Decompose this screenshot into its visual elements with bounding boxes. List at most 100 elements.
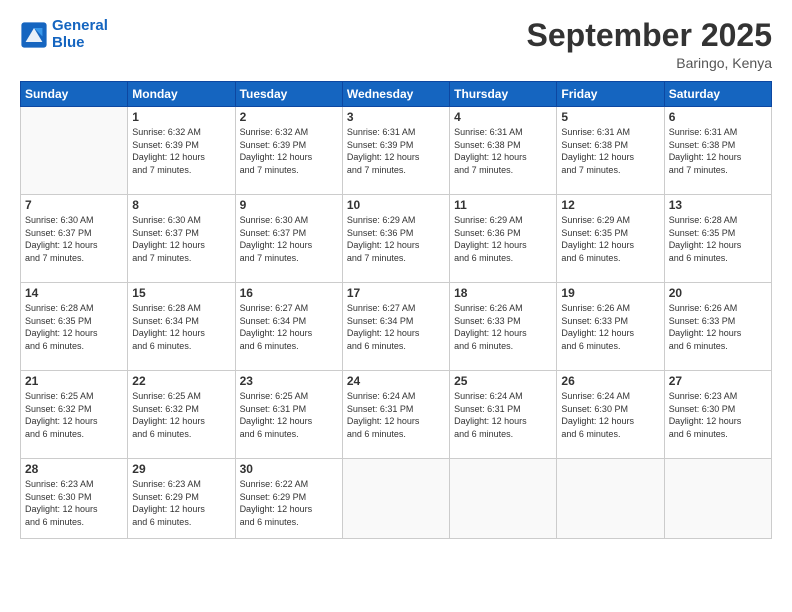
day-number: 5: [561, 110, 659, 124]
calendar-week-row: 21 Sunrise: 6:25 AMSunset: 6:32 PMDayligh…: [21, 371, 772, 459]
header-sunday: Sunday: [21, 82, 128, 107]
day-info: Sunrise: 6:29 AMSunset: 6:35 PMDaylight:…: [561, 214, 659, 264]
day-number: 1: [132, 110, 230, 124]
logo-icon: [20, 21, 48, 49]
header-tuesday: Tuesday: [235, 82, 342, 107]
table-row: 6Sunrise: 6:31 AMSunset: 6:38 PMDaylight…: [664, 107, 771, 195]
day-info: Sunrise: 6:24 AMSunset: 6:31 PMDaylight:…: [347, 390, 445, 440]
table-row: 14 Sunrise: 6:28 AMSunset: 6:35 PMDayligh…: [21, 283, 128, 371]
table-row: [664, 459, 771, 539]
day-info: Sunrise: 6:25 AMSunset: 6:31 PMDaylight:…: [240, 390, 338, 440]
day-info: Sunrise: 6:31 AMSunset: 6:39 PMDaylight:…: [347, 126, 445, 176]
table-row: 5 Sunrise: 6:31 AMSunset: 6:38 PMDaylight…: [557, 107, 664, 195]
day-number: 26: [561, 374, 659, 388]
header-saturday: Saturday: [664, 82, 771, 107]
day-number: 10: [347, 198, 445, 212]
day-info: Sunrise: 6:26 AMSunset: 6:33 PMDaylight:…: [454, 302, 552, 352]
calendar-week-row: 28 Sunrise: 6:23 AMSunset: 6:30 PMDayligh…: [21, 459, 772, 539]
day-number: 21: [25, 374, 123, 388]
day-number: 9: [240, 198, 338, 212]
table-row: 10 Sunrise: 6:29 AMSunset: 6:36 PMDayligh…: [342, 195, 449, 283]
day-info: Sunrise: 6:24 AMSunset: 6:30 PMDaylight:…: [561, 390, 659, 440]
day-info: Sunrise: 6:31 AMSunset: 6:38 PMDaylight:…: [669, 126, 767, 176]
day-number: 2: [240, 110, 338, 124]
table-row: 19 Sunrise: 6:26 AMSunset: 6:33 PMDayligh…: [557, 283, 664, 371]
day-number: 25: [454, 374, 552, 388]
header-friday: Friday: [557, 82, 664, 107]
day-number: 30: [240, 462, 338, 476]
location: Baringo, Kenya: [527, 55, 772, 71]
day-info: Sunrise: 6:29 AMSunset: 6:36 PMDaylight:…: [347, 214, 445, 264]
table-row: 26 Sunrise: 6:24 AMSunset: 6:30 PMDayligh…: [557, 371, 664, 459]
day-number: 19: [561, 286, 659, 300]
table-row: 15 Sunrise: 6:28 AMSunset: 6:34 PMDayligh…: [128, 283, 235, 371]
day-number: 14: [25, 286, 123, 300]
day-info: Sunrise: 6:24 AMSunset: 6:31 PMDaylight:…: [454, 390, 552, 440]
day-number: 7: [25, 198, 123, 212]
page: General Blue September 2025 Baringo, Ken…: [0, 0, 792, 612]
calendar: Sunday Monday Tuesday Wednesday Thursday…: [20, 81, 772, 539]
table-row: 21 Sunrise: 6:25 AMSunset: 6:32 PMDayligh…: [21, 371, 128, 459]
day-info: Sunrise: 6:31 AMSunset: 6:38 PMDaylight:…: [561, 126, 659, 176]
day-info: Sunrise: 6:25 AMSunset: 6:32 PMDaylight:…: [25, 390, 123, 440]
day-info: Sunrise: 6:30 AMSunset: 6:37 PMDaylight:…: [132, 214, 230, 264]
day-info: Sunrise: 6:23 AMSunset: 6:30 PMDaylight:…: [25, 478, 123, 528]
day-info: Sunrise: 6:31 AMSunset: 6:38 PMDaylight:…: [454, 126, 552, 176]
calendar-week-row: 1 Sunrise: 6:32 AMSunset: 6:39 PMDaylight…: [21, 107, 772, 195]
day-number: 8: [132, 198, 230, 212]
table-row: 9 Sunrise: 6:30 AMSunset: 6:37 PMDaylight…: [235, 195, 342, 283]
table-row: [450, 459, 557, 539]
day-info: Sunrise: 6:32 AMSunset: 6:39 PMDaylight:…: [240, 126, 338, 176]
day-number: 22: [132, 374, 230, 388]
month-title: September 2025: [527, 18, 772, 53]
day-number: 29: [132, 462, 230, 476]
table-row: 28 Sunrise: 6:23 AMSunset: 6:30 PMDayligh…: [21, 459, 128, 539]
table-row: 8 Sunrise: 6:30 AMSunset: 6:37 PMDaylight…: [128, 195, 235, 283]
day-info: Sunrise: 6:30 AMSunset: 6:37 PMDaylight:…: [240, 214, 338, 264]
table-row: 27Sunrise: 6:23 AMSunset: 6:30 PMDayligh…: [664, 371, 771, 459]
day-number: 23: [240, 374, 338, 388]
header-wednesday: Wednesday: [342, 82, 449, 107]
table-row: [557, 459, 664, 539]
table-row: 18 Sunrise: 6:26 AMSunset: 6:33 PMDayligh…: [450, 283, 557, 371]
table-row: 11 Sunrise: 6:29 AMSunset: 6:36 PMDayligh…: [450, 195, 557, 283]
day-info: Sunrise: 6:27 AMSunset: 6:34 PMDaylight:…: [240, 302, 338, 352]
table-row: 24 Sunrise: 6:24 AMSunset: 6:31 PMDayligh…: [342, 371, 449, 459]
table-row: 4Sunrise: 6:31 AMSunset: 6:38 PMDaylight…: [450, 107, 557, 195]
day-info: Sunrise: 6:26 AMSunset: 6:33 PMDaylight:…: [561, 302, 659, 352]
calendar-week-row: 7 Sunrise: 6:30 AMSunset: 6:37 PMDaylight…: [21, 195, 772, 283]
day-number: 18: [454, 286, 552, 300]
day-info: Sunrise: 6:23 AMSunset: 6:30 PMDaylight:…: [669, 390, 767, 440]
title-block: September 2025 Baringo, Kenya: [527, 18, 772, 71]
table-row: [21, 107, 128, 195]
day-number: 15: [132, 286, 230, 300]
day-info: Sunrise: 6:29 AMSunset: 6:36 PMDaylight:…: [454, 214, 552, 264]
table-row: 29 Sunrise: 6:23 AMSunset: 6:29 PMDayligh…: [128, 459, 235, 539]
day-number: 24: [347, 374, 445, 388]
day-info: Sunrise: 6:25 AMSunset: 6:32 PMDaylight:…: [132, 390, 230, 440]
day-number: 3: [347, 110, 445, 124]
day-info: Sunrise: 6:27 AMSunset: 6:34 PMDaylight:…: [347, 302, 445, 352]
header-monday: Monday: [128, 82, 235, 107]
day-number: 28: [25, 462, 123, 476]
day-number: 11: [454, 198, 552, 212]
day-info: Sunrise: 6:28 AMSunset: 6:35 PMDaylight:…: [669, 214, 767, 264]
day-number: 12: [561, 198, 659, 212]
day-info: Sunrise: 6:26 AMSunset: 6:33 PMDaylight:…: [669, 302, 767, 352]
day-number: 13: [669, 198, 767, 212]
day-number: 20: [669, 286, 767, 300]
header: General Blue September 2025 Baringo, Ken…: [20, 18, 772, 71]
day-info: Sunrise: 6:23 AMSunset: 6:29 PMDaylight:…: [132, 478, 230, 528]
logo: General Blue: [20, 18, 108, 51]
table-row: 3 Sunrise: 6:31 AMSunset: 6:39 PMDaylight…: [342, 107, 449, 195]
day-info: Sunrise: 6:28 AMSunset: 6:35 PMDaylight:…: [25, 302, 123, 352]
table-row: 13 Sunrise: 6:28 AMSunset: 6:35 PMDayligh…: [664, 195, 771, 283]
table-row: 7 Sunrise: 6:30 AMSunset: 6:37 PMDaylight…: [21, 195, 128, 283]
table-row: 1Sunrise: 6:32 AMSunset: 6:39 PMDaylight…: [128, 107, 235, 195]
table-row: 22 Sunrise: 6:25 AMSunset: 6:32 PMDayligh…: [128, 371, 235, 459]
calendar-week-row: 14 Sunrise: 6:28 AMSunset: 6:35 PMDayligh…: [21, 283, 772, 371]
day-info: Sunrise: 6:28 AMSunset: 6:34 PMDaylight:…: [132, 302, 230, 352]
table-row: [342, 459, 449, 539]
header-thursday: Thursday: [450, 82, 557, 107]
day-info: Sunrise: 6:30 AMSunset: 6:37 PMDaylight:…: [25, 214, 123, 264]
